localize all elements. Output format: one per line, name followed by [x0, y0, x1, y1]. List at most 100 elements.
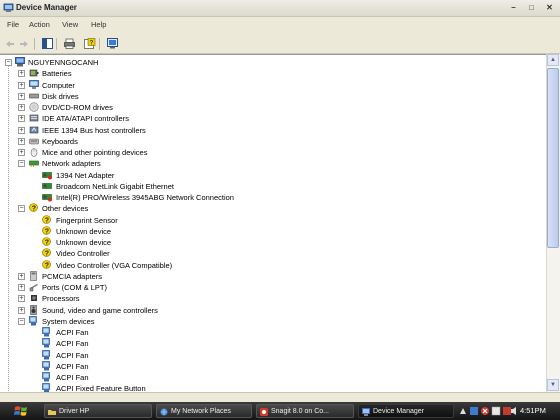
- tree-category[interactable]: − System devices: [0, 315, 540, 327]
- device-manager-icon: [3, 3, 14, 12]
- menu-view[interactable]: View: [62, 20, 78, 29]
- tree-device[interactable]: ? Fingerprint Sensor: [0, 214, 540, 226]
- tree-category[interactable]: + Keyboards: [0, 136, 540, 147]
- menu-action[interactable]: Action: [29, 20, 50, 29]
- toolbar: ?: [0, 35, 560, 54]
- tree-device[interactable]: Broadcom NetLink Gigabit Ethernet: [0, 181, 540, 192]
- expand-toggle[interactable]: +: [18, 81, 25, 89]
- expand-toggle[interactable]: +: [18, 70, 25, 78]
- forward-button[interactable]: [17, 37, 31, 50]
- collapse-toggle[interactable]: −: [18, 160, 25, 168]
- system-device-icon: [42, 360, 52, 371]
- tree-item-label: Unknown device: [56, 226, 112, 236]
- collapse-toggle[interactable]: −: [18, 317, 25, 325]
- tree-category[interactable]: + IDE ATA/ATAPI controllers: [0, 113, 540, 124]
- expand-toggle[interactable]: +: [18, 115, 25, 123]
- tree-item-label: Unknown device: [56, 238, 112, 247]
- tree-device[interactable]: ? Unknown device: [0, 237, 540, 248]
- taskbar-clock[interactable]: 4:51PM: [520, 406, 546, 415]
- svg-text:?: ?: [45, 217, 49, 224]
- expand-toggle[interactable]: +: [18, 137, 25, 145]
- tree-category[interactable]: + Batteries: [0, 68, 540, 79]
- tree-device[interactable]: ACPI Fan: [0, 372, 540, 383]
- sound-icon: [29, 304, 39, 315]
- expand-toggle[interactable]: +: [18, 149, 25, 156]
- tree-item-label: Batteries: [42, 69, 72, 79]
- menu-help[interactable]: Help: [91, 20, 106, 29]
- expand-toggle[interactable]: +: [18, 126, 25, 134]
- console-tree-icon: [41, 38, 53, 49]
- scroll-up-button[interactable]: ▲: [547, 54, 559, 66]
- unknown-device-icon: ?: [29, 203, 39, 213]
- tree-category[interactable]: + Disk drives: [0, 91, 540, 102]
- unknown-device-icon: ?: [42, 259, 52, 270]
- tree-device[interactable]: ACPI Fan: [0, 360, 540, 372]
- expand-toggle[interactable]: +: [18, 284, 25, 291]
- tree-category[interactable]: + DVD/CD-ROM drives: [0, 102, 540, 113]
- taskbar-button[interactable]: Snagit 8.0 on Co...: [256, 404, 354, 418]
- scroll-down-button[interactable]: ▼: [547, 379, 559, 391]
- taskbar-button[interactable]: Device Manager: [358, 404, 454, 418]
- maximize-button[interactable]: □: [524, 2, 539, 14]
- tree-device[interactable]: 1394 Net Adapter: [0, 170, 540, 181]
- forward-arrow-icon: [20, 40, 28, 47]
- scroll-thumb[interactable]: [547, 68, 559, 248]
- scan-hardware-button[interactable]: [105, 37, 119, 50]
- unknown-device-icon: ?: [42, 237, 52, 247]
- tree-category[interactable]: −? Other devices: [0, 203, 540, 214]
- print-button[interactable]: [62, 37, 76, 50]
- collapse-toggle[interactable]: −: [5, 59, 12, 66]
- taskbar-button-label: Device Manager: [373, 408, 424, 415]
- window-title: Device Manager: [16, 3, 77, 12]
- tree-device[interactable]: Intel(R) PRO/Wireless 3945ABG Network Co…: [0, 192, 540, 203]
- tree-item-label: ACPI Fan: [56, 350, 89, 360]
- collapse-toggle[interactable]: −: [18, 205, 25, 213]
- disk-drive-icon: [29, 91, 39, 101]
- volume-icon[interactable]: [510, 406, 518, 416]
- device-tree[interactable]: − NGUYENNGOCANH + Batteries + Computer + Disk d…: [0, 54, 546, 393]
- close-button[interactable]: ✕: [542, 2, 557, 14]
- back-button[interactable]: [3, 37, 17, 50]
- taskbar-button[interactable]: My Network Places: [156, 404, 252, 418]
- expand-toggle[interactable]: +: [18, 92, 25, 100]
- vertical-scrollbar[interactable]: ▲ ▼: [546, 54, 560, 392]
- tree-device[interactable]: ? Video Controller (VGA Compatible): [0, 259, 540, 271]
- expand-toggle[interactable]: +: [18, 104, 25, 111]
- tree-device[interactable]: ACPI Fan: [0, 327, 540, 338]
- windows-logo-icon: [14, 406, 27, 416]
- tree-item-label: IDE ATA/ATAPI controllers: [42, 114, 129, 124]
- menu-file[interactable]: File: [7, 20, 19, 29]
- tree-item-label: DVD/CD-ROM drives: [42, 103, 113, 112]
- network-card-icon: [42, 181, 52, 191]
- tree-root[interactable]: − NGUYENNGOCANH: [0, 57, 540, 68]
- back-arrow-icon: [6, 40, 14, 47]
- tree-category[interactable]: − Network adapters: [0, 158, 540, 169]
- device-manager-icon: [362, 408, 370, 416]
- tree-device[interactable]: ? Unknown device: [0, 225, 540, 237]
- ieee1394-icon: [29, 125, 39, 135]
- expand-toggle[interactable]: +: [18, 272, 25, 280]
- tree-category[interactable]: + PCMCIA adapters: [0, 270, 540, 282]
- title-bar[interactable]: Device Manager – □ ✕: [0, 0, 560, 17]
- processor-icon: [29, 293, 39, 303]
- tree-category[interactable]: + IEEE 1394 Bus host controllers: [0, 125, 540, 136]
- expand-toggle[interactable]: +: [18, 306, 25, 314]
- network-card-warning-icon: [42, 170, 52, 180]
- show-hide-console-tree-button[interactable]: [40, 37, 54, 50]
- tree-category[interactable]: + Sound, video and game controllers: [0, 304, 540, 316]
- system-device-icon: [42, 372, 52, 382]
- tree-device[interactable]: ACPI Fan: [0, 338, 540, 349]
- svg-text:?: ?: [32, 206, 36, 213]
- taskbar-button[interactable]: Driver HP: [44, 404, 152, 418]
- tree-device[interactable]: ACPI Fan: [0, 349, 540, 361]
- minimize-button[interactable]: –: [506, 2, 521, 14]
- tree-category[interactable]: + Computer: [0, 79, 540, 91]
- expand-toggle[interactable]: +: [18, 295, 25, 303]
- help-button[interactable]: ?: [83, 37, 97, 50]
- tree-category[interactable]: + Processors: [0, 293, 540, 304]
- tree-device[interactable]: ? Video Controller: [0, 248, 540, 259]
- tree-item-label: Video Controller (VGA Compatible): [56, 260, 173, 270]
- start-button[interactable]: [0, 402, 42, 420]
- tree-category[interactable]: + Mice and other pointing devices: [0, 147, 540, 158]
- tree-category[interactable]: + Ports (COM & LPT): [0, 282, 540, 293]
